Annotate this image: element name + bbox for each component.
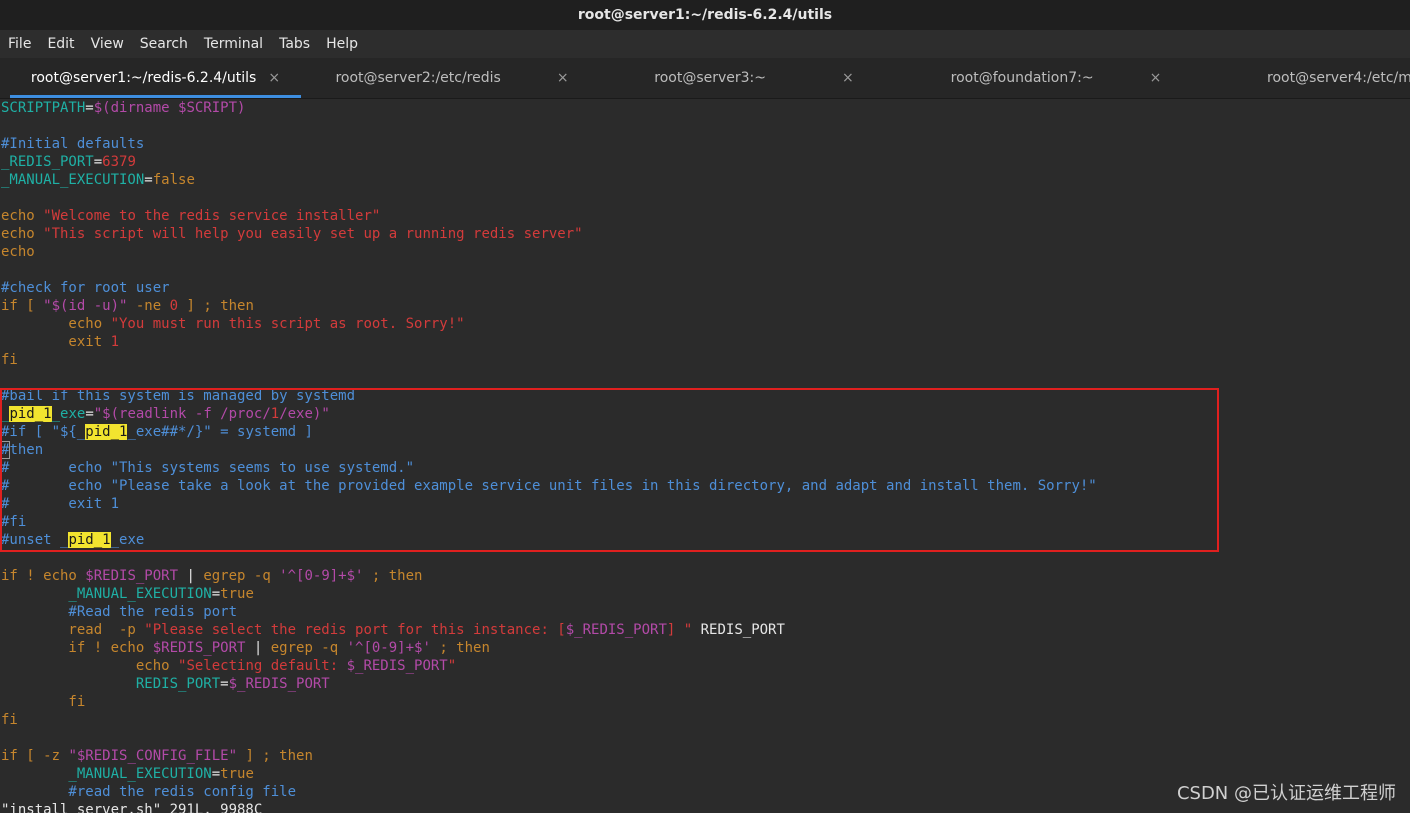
- menu-help[interactable]: Help: [318, 36, 366, 52]
- tab-foundation7-close-icon[interactable]: ×: [1150, 70, 1162, 86]
- code-line: # exit 1: [1, 496, 120, 512]
- menu-bar: File Edit View Search Terminal Tabs Help: [0, 30, 1410, 58]
- tab-server4-label: root@server4:/etc/m: [1267, 70, 1410, 86]
- code-line: fi: [1, 694, 86, 710]
- code-line: if [ "$(id -u)" -ne 0 ] ; then: [1, 298, 254, 314]
- terminal-view[interactable]: SCRIPTPATH=$(dirname $SCRIPT) #Initial d…: [0, 99, 1410, 813]
- code-line: #bail if this system is managed by syste…: [1, 388, 356, 404]
- tab-bar: root@server1:~/redis-6.2.4/utils × root@…: [0, 58, 1410, 99]
- window-title: root@server1:~/redis-6.2.4/utils: [0, 0, 1410, 30]
- tab-server3-close-icon[interactable]: ×: [842, 70, 854, 86]
- menu-file[interactable]: File: [0, 36, 39, 52]
- code-line: if ! echo $REDIS_PORT | egrep -q '^[0-9]…: [1, 640, 490, 656]
- tab-server3[interactable]: root@server3:~ ×: [604, 58, 904, 98]
- code-line: _MANUAL_EXECUTION=false: [1, 172, 195, 188]
- tab-server1-close-icon[interactable]: ×: [268, 70, 280, 86]
- code-line: fi: [1, 352, 18, 368]
- code-line: if ! echo $REDIS_PORT | egrep -q '^[0-9]…: [1, 568, 423, 584]
- search-match: pid_1: [9, 406, 52, 422]
- code-line: #Initial defaults: [1, 136, 145, 152]
- code-line: exit 1: [1, 334, 120, 350]
- menu-edit[interactable]: Edit: [39, 36, 82, 52]
- code-line: read -p "Please select the redis port fo…: [1, 622, 785, 638]
- code-line: echo "This script will help you easily s…: [1, 226, 583, 242]
- code-line: # echo "Please take a look at the provid…: [1, 478, 1097, 494]
- code-line: #check for root user: [1, 280, 170, 296]
- code-line: fi: [1, 712, 18, 728]
- watermark: CSDN @已认证运维工程师: [1176, 783, 1396, 804]
- code-line: #fi: [1, 514, 27, 530]
- tab-server3-label: root@server3:~: [654, 70, 766, 86]
- search-match: pid_1: [68, 532, 111, 548]
- menu-view[interactable]: View: [83, 36, 132, 52]
- code-line: echo "You must run this script as root. …: [1, 316, 465, 332]
- search-match: pid_1: [85, 424, 128, 440]
- code-line: # echo "This systems seems to use system…: [1, 460, 415, 476]
- code-line: _pid_1_exe="$(readlink -f /proc/1/exe)": [1, 406, 330, 422]
- code-line: #then: [0, 441, 44, 459]
- code-line: _REDIS_PORT=6379: [1, 154, 136, 170]
- tab-server1[interactable]: root@server1:~/redis-6.2.4/utils ×: [10, 58, 301, 98]
- tab-server2-close-icon[interactable]: ×: [557, 70, 569, 86]
- code-line: echo: [1, 244, 35, 260]
- code-line: echo "Welcome to the redis service insta…: [1, 208, 381, 224]
- code-line: echo "Selecting default: $_REDIS_PORT": [1, 658, 457, 674]
- code-line: #unset _pid_1_exe: [1, 532, 145, 548]
- code-line: #if [ "${_pid_1_exe##*/}" = systemd ]: [1, 424, 313, 440]
- tab-server2[interactable]: root@server2:/etc/redis ×: [302, 58, 602, 98]
- tab-server1-label: root@server1:~/redis-6.2.4/utils: [30, 70, 257, 86]
- code-line: REDIS_PORT=$_REDIS_PORT: [1, 676, 330, 692]
- code-line: _MANUAL_EXECUTION=true: [1, 586, 254, 602]
- code-line: #Read the redis port: [1, 604, 238, 620]
- tab-server4[interactable]: root@server4:/etc/m: [1267, 58, 1410, 98]
- active-tab-indicator: [10, 95, 301, 98]
- tab-foundation7-label: root@foundation7:~: [950, 70, 1094, 86]
- menu-tabs[interactable]: Tabs: [271, 36, 318, 52]
- menu-search[interactable]: Search: [132, 36, 196, 52]
- code-line: if [ -z "$REDIS_CONFIG_FILE" ] ; then: [1, 748, 313, 764]
- code-line: SCRIPTPATH=$(dirname $SCRIPT): [1, 100, 246, 116]
- tab-foundation7[interactable]: root@foundation7:~ ×: [906, 58, 1206, 98]
- menu-terminal[interactable]: Terminal: [196, 36, 271, 52]
- tab-server2-label: root@server2:/etc/redis: [335, 70, 501, 86]
